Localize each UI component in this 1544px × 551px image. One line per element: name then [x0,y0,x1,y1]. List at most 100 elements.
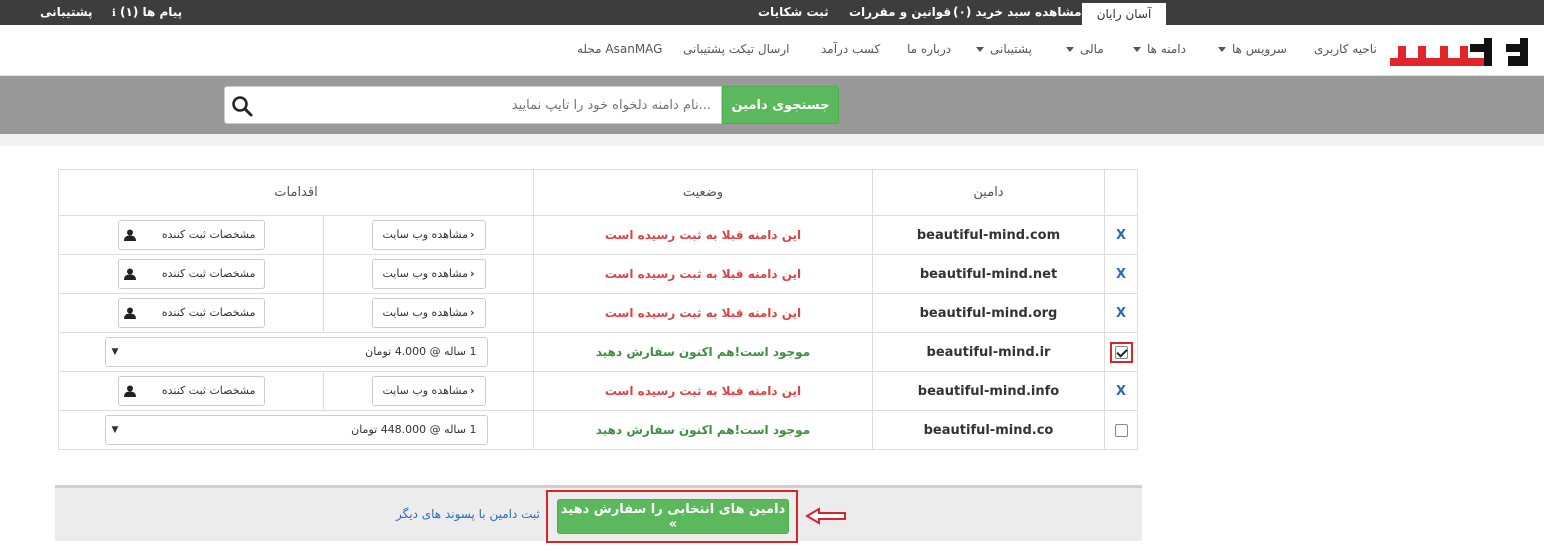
period-cell: 1 ساله @ 4.000 تومان ▼ [58,332,534,372]
user-icon [123,385,136,397]
period-value: 1 ساله @ 448.000 تومان [351,423,477,436]
nav-about[interactable]: درباره ما [907,25,951,73]
nav-magazine[interactable]: مجله AsanMAG [577,25,662,73]
logo-image [1390,38,1528,66]
registrant-info-button[interactable]: مشخصات ثبت کننده [117,298,265,328]
row-select-cell: X [1104,215,1138,255]
period-value: 1 ساله @ 4.000 تومان [365,345,477,358]
header-select [1104,169,1138,216]
row-select-cell [1104,332,1138,372]
chevron-left-icon: ‹ [469,306,475,319]
header-actions: اقدامات [58,169,534,216]
user-icon [123,307,136,319]
chevron-down-icon [976,47,984,52]
cart-label: مشاهده سبد خرید (۰) [953,5,1082,19]
domain-status: موجود است!هم اکنون سفارش دهید [533,410,873,450]
domain-status: این دامنه قبلا به ثبت رسیده است [533,293,873,333]
unavailable-x-icon: X [1115,305,1127,321]
messages-link[interactable]: ℹ پیام ها (۱) [112,0,182,25]
domain-name: beautiful-mind.net [872,254,1105,294]
view-website-label: مشاهده وب سایت [382,267,468,280]
user-icon [123,268,136,280]
domain-search-input[interactable] [257,87,711,123]
search-icon[interactable] [231,95,253,117]
header-status: وضعیت [533,169,873,216]
domain-status: این دامنه قبلا به ثبت رسیده است [533,215,873,255]
order-selected-domains-button[interactable]: دامین های انتخابی را سفارش دهید » [557,499,789,534]
domain-status: این دامنه قبلا به ثبت رسیده است [533,371,873,411]
table-row: beautiful-mind.co موجود است!هم اکنون سفا… [58,410,1138,450]
registrant-cell: مشخصات ثبت کننده [58,215,324,255]
nav-earn[interactable]: کسب درآمد [821,25,880,73]
nav-support[interactable]: پشتیبانی [976,25,1032,73]
cart-link[interactable]: مشاهده سبد خرید (۰) [953,0,1099,25]
checkbox-highlight [1109,341,1133,363]
row-select-cell [1104,410,1138,450]
registrant-info-button[interactable]: مشخصات ثبت کننده [117,259,265,289]
rules-link[interactable]: قوانین و مقررات [849,0,951,25]
band-strip [0,134,1544,146]
user-icon [123,229,136,241]
view-website-button[interactable]: ‹مشاهده وب سایت [371,220,486,250]
registrant-info-button[interactable]: مشخصات ثبت کننده [117,376,265,406]
complaints-link[interactable]: ثبت شکایات [758,0,829,25]
nav-support-label: پشتیبانی [990,42,1032,56]
nav-domains-label: دامنه ها [1147,42,1186,56]
domain-select-checkbox[interactable] [1114,345,1128,359]
arrow-left-icon [805,507,846,525]
row-select-cell: X [1104,254,1138,294]
view-website-button[interactable]: ‹مشاهده وب سایت [371,298,486,328]
chevron-down-icon [1066,47,1074,52]
registration-period-select[interactable]: 1 ساله @ 4.000 تومان ▼ [104,337,488,367]
registrant-cell: مشخصات ثبت کننده [58,293,324,333]
domain-status: موجود است!هم اکنون سفارش دهید [533,332,873,372]
info-icon: ℹ [112,8,116,19]
nav-services-label: سرویس ها [1232,42,1287,56]
domain-name: beautiful-mind.info [872,371,1105,411]
nav-finance[interactable]: مالی [1066,25,1104,73]
unavailable-x-icon: X [1115,227,1127,243]
domain-select-checkbox[interactable] [1114,424,1128,437]
registrant-cell: مشخصات ثبت کننده [58,254,324,294]
domain-name: beautiful-mind.co [872,410,1105,450]
period-cell: 1 ساله @ 448.000 تومان ▼ [58,410,534,450]
view-website-button[interactable]: ‹مشاهده وب سایت [371,259,486,289]
messages-label: پیام ها (۱) [120,5,183,19]
view-website-label: مشاهده وب سایت [382,384,468,397]
nav-services[interactable]: سرویس ها [1218,25,1287,73]
order-button-highlight: دامین های انتخابی را سفارش دهید » [546,490,798,543]
view-site-cell: ‹مشاهده وب سایت [323,293,534,333]
search-band: جستجوی دامین [0,76,1544,134]
domain-status: این دامنه قبلا به ثبت رسیده است [533,254,873,294]
view-website-button[interactable]: ‹مشاهده وب سایت [371,376,486,406]
view-site-cell: ‹مشاهده وب سایت [323,215,534,255]
nav-user-area[interactable]: ناحیه کاربری [1314,25,1377,73]
table-header-row: دامین وضعیت اقدامات [58,169,1138,216]
support-link[interactable]: پشتیبانی [40,0,93,25]
chevron-left-icon: ‹ [469,228,475,241]
search-domain-button[interactable]: جستجوی دامین [722,86,839,124]
domain-name: beautiful-mind.com [872,215,1105,255]
dropdown-arrow-icon: ▼ [111,347,119,357]
logo[interactable] [1388,30,1536,74]
chevron-down-icon [1218,47,1226,52]
table-row: beautiful-mind.ir موجود است!هم اکنون سفا… [58,332,1138,372]
registrant-cell: مشخصات ثبت کننده [58,371,324,411]
registrant-label: مشخصات ثبت کننده [161,267,256,280]
dropdown-arrow-icon: ▼ [111,425,119,435]
other-suffix-link[interactable]: ثبت دامین با پسوند های دیگر [396,507,540,521]
order-bar: ثبت دامین با پسوند های دیگر دامین های ان… [55,485,1142,543]
nav-send-ticket[interactable]: ارسال تیکت پشتیبانی [683,25,789,73]
tab-asanrayan[interactable]: آسان رایان [1082,3,1166,25]
registrant-info-button[interactable]: مشخصات ثبت کننده [117,220,265,250]
unavailable-x-icon: X [1115,383,1127,399]
registration-period-select[interactable]: 1 ساله @ 448.000 تومان ▼ [104,415,488,445]
chevron-down-icon [1133,47,1141,52]
chevron-left-icon: ‹ [469,267,475,280]
registrant-label: مشخصات ثبت کننده [161,306,256,319]
main-nav: ناحیه کاربری سرویس ها دامنه ها مالی پشتی… [0,25,1544,76]
unavailable-x-icon: X [1115,266,1127,282]
nav-domains[interactable]: دامنه ها [1133,25,1186,73]
chevron-left-icon: ‹ [469,384,475,397]
header-domain: دامین [872,169,1105,216]
